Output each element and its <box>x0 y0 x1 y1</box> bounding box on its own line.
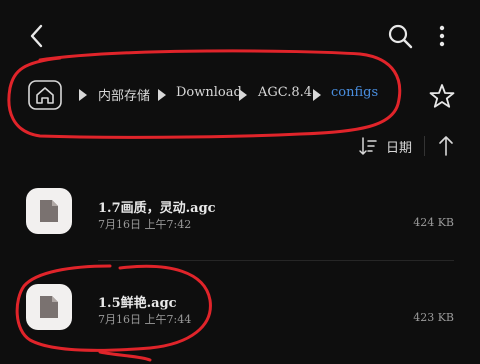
breadcrumb-item-configs[interactable]: configs <box>331 85 378 100</box>
home-icon[interactable] <box>28 80 62 110</box>
chevron-right-icon <box>158 89 166 101</box>
chevron-right-icon <box>313 89 321 101</box>
file-date: 7月16日 上午7:44 <box>98 313 192 326</box>
arrow-up-icon[interactable] <box>436 134 456 158</box>
file-name: 1.5鲜艳.agc <box>98 296 177 311</box>
file-size: 424 KB <box>413 216 454 229</box>
breadcrumb-item-internal-storage[interactable]: 内部存储 <box>98 85 150 104</box>
file-name: 1.7画质，灵动.agc <box>98 201 216 216</box>
breadcrumb-item-agc[interactable]: AGC.8.4 <box>258 85 312 100</box>
chevron-right-icon <box>79 89 87 101</box>
search-icon[interactable] <box>386 22 414 50</box>
chevron-left-icon[interactable] <box>24 22 50 50</box>
file-icon <box>26 188 72 234</box>
divider <box>424 136 425 156</box>
file-date: 7月16日 上午7:42 <box>98 218 192 231</box>
breadcrumb-item-download[interactable]: Download <box>176 85 242 100</box>
divider <box>98 260 454 261</box>
more-vertical-icon[interactable] <box>430 22 454 50</box>
annotation-layer <box>7 49 402 362</box>
file-size: 423 KB <box>413 311 454 324</box>
file-icon <box>26 284 72 330</box>
star-icon[interactable] <box>428 82 456 110</box>
highlight-tail <box>98 350 152 362</box>
chevron-right-icon <box>239 89 247 101</box>
sort-label[interactable]: 日期 <box>386 137 412 156</box>
sort-icon[interactable] <box>358 136 378 156</box>
